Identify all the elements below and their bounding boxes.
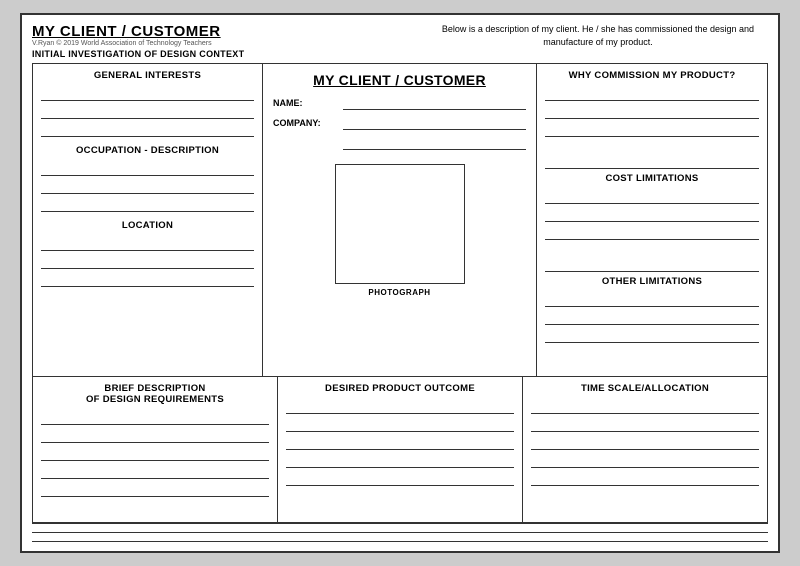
right-divider-2 — [545, 271, 759, 272]
line[interactable] — [41, 237, 254, 251]
company-label: COMPANY: — [273, 118, 343, 128]
footer-line-1 — [32, 527, 768, 533]
desired-product-label: DESIRED PRODUCT OUTCOME — [286, 383, 514, 394]
company-input-line[interactable] — [343, 116, 526, 130]
desired-product-lines — [286, 400, 514, 486]
other-limitations-lines — [545, 293, 759, 343]
why-commission-lines — [545, 87, 759, 137]
footer — [32, 523, 768, 545]
time-scale-lines — [531, 400, 759, 486]
bottom-col-3: TIME SCALE/ALLOCATION — [523, 377, 767, 522]
right-column: WHY COMMISSION MY PRODUCT? COST LIMITATI… — [537, 64, 767, 376]
line[interactable] — [286, 436, 514, 450]
line[interactable] — [531, 436, 759, 450]
line[interactable] — [531, 418, 759, 432]
copyright-text: V.Ryan © 2019 World Association of Techn… — [32, 40, 244, 47]
line[interactable] — [286, 472, 514, 486]
name-field-row: NAME: — [273, 96, 526, 110]
time-scale-label: TIME SCALE/ALLOCATION — [531, 383, 759, 394]
line[interactable] — [531, 472, 759, 486]
page: MY CLIENT / CUSTOMER V.Ryan © 2019 World… — [20, 13, 780, 553]
line[interactable] — [531, 400, 759, 414]
header-left: MY CLIENT / CUSTOMER V.Ryan © 2019 World… — [32, 23, 244, 59]
why-commission-label: WHY COMMISSION MY PRODUCT? — [545, 70, 759, 81]
occupation-lines — [41, 162, 254, 212]
line[interactable] — [545, 226, 759, 240]
footer-line-2 — [32, 536, 768, 542]
line[interactable] — [286, 418, 514, 432]
line[interactable] — [545, 293, 759, 307]
line[interactable] — [531, 454, 759, 468]
line[interactable] — [545, 105, 759, 119]
why-commission-section: WHY COMMISSION MY PRODUCT? — [545, 70, 759, 164]
brief-desc-lines — [41, 411, 269, 497]
subtitle: INITIAL INVESTIGATION OF DESIGN CONTEXT — [32, 49, 244, 59]
company-field-row: COMPANY: — [273, 116, 526, 130]
line[interactable] — [41, 198, 254, 212]
line[interactable] — [545, 208, 759, 222]
extra-line[interactable] — [343, 136, 526, 150]
extra-field-row — [273, 136, 526, 150]
page-title: MY CLIENT / CUSTOMER — [32, 23, 244, 40]
line[interactable] — [41, 255, 254, 269]
line[interactable] — [41, 87, 254, 101]
line[interactable] — [41, 273, 254, 287]
line[interactable] — [41, 483, 269, 497]
name-label: NAME: — [273, 98, 343, 108]
line[interactable] — [286, 454, 514, 468]
line[interactable] — [41, 429, 269, 443]
header: MY CLIENT / CUSTOMER V.Ryan © 2019 World… — [32, 23, 768, 59]
line[interactable] — [41, 123, 254, 137]
location-label: LOCATION — [41, 220, 254, 231]
other-limitations-label: OTHER LIMITATIONS — [545, 276, 759, 287]
bottom-section: BRIEF DESCRIPTION OF DESIGN REQUIREMENTS… — [33, 377, 767, 522]
right-divider-1 — [545, 168, 759, 169]
brief-description-label: BRIEF DESCRIPTION OF DESIGN REQUIREMENTS — [41, 383, 269, 405]
main-content: GENERAL INTERESTS OCCUPATION - DESCRIPTI… — [32, 63, 768, 523]
line[interactable] — [286, 400, 514, 414]
cost-limitations-label: COST LIMITATIONS — [545, 173, 759, 184]
line[interactable] — [41, 447, 269, 461]
line[interactable] — [41, 180, 254, 194]
center-title: MY CLIENT / CUSTOMER — [313, 72, 486, 88]
cost-limitations-lines — [545, 190, 759, 240]
general-interests-lines — [41, 87, 254, 137]
photo-box — [335, 164, 465, 284]
line[interactable] — [41, 162, 254, 176]
location-lines — [41, 237, 254, 287]
photo-label: PHOTOGRAPH — [368, 288, 430, 297]
cost-limitations-section: COST LIMITATIONS — [545, 173, 759, 267]
bottom-col-2: DESIRED PRODUCT OUTCOME — [278, 377, 523, 522]
line[interactable] — [41, 411, 269, 425]
line[interactable] — [545, 123, 759, 137]
bottom-col-1: BRIEF DESCRIPTION OF DESIGN REQUIREMENTS — [33, 377, 278, 522]
header-description: Below is a description of my client. He … — [428, 23, 768, 48]
line[interactable] — [41, 465, 269, 479]
left-column: GENERAL INTERESTS OCCUPATION - DESCRIPTI… — [33, 64, 263, 376]
occupation-label: OCCUPATION - DESCRIPTION — [41, 145, 254, 156]
center-column: MY CLIENT / CUSTOMER NAME: COMPANY: PHOT… — [263, 64, 537, 376]
line[interactable] — [41, 105, 254, 119]
name-input-line[interactable] — [343, 96, 526, 110]
other-limitations-section: OTHER LIMITATIONS — [545, 276, 759, 370]
line[interactable] — [545, 329, 759, 343]
line[interactable] — [545, 87, 759, 101]
top-section: GENERAL INTERESTS OCCUPATION - DESCRIPTI… — [33, 64, 767, 377]
line[interactable] — [545, 311, 759, 325]
line[interactable] — [545, 190, 759, 204]
general-interests-label: GENERAL INTERESTS — [41, 70, 254, 81]
